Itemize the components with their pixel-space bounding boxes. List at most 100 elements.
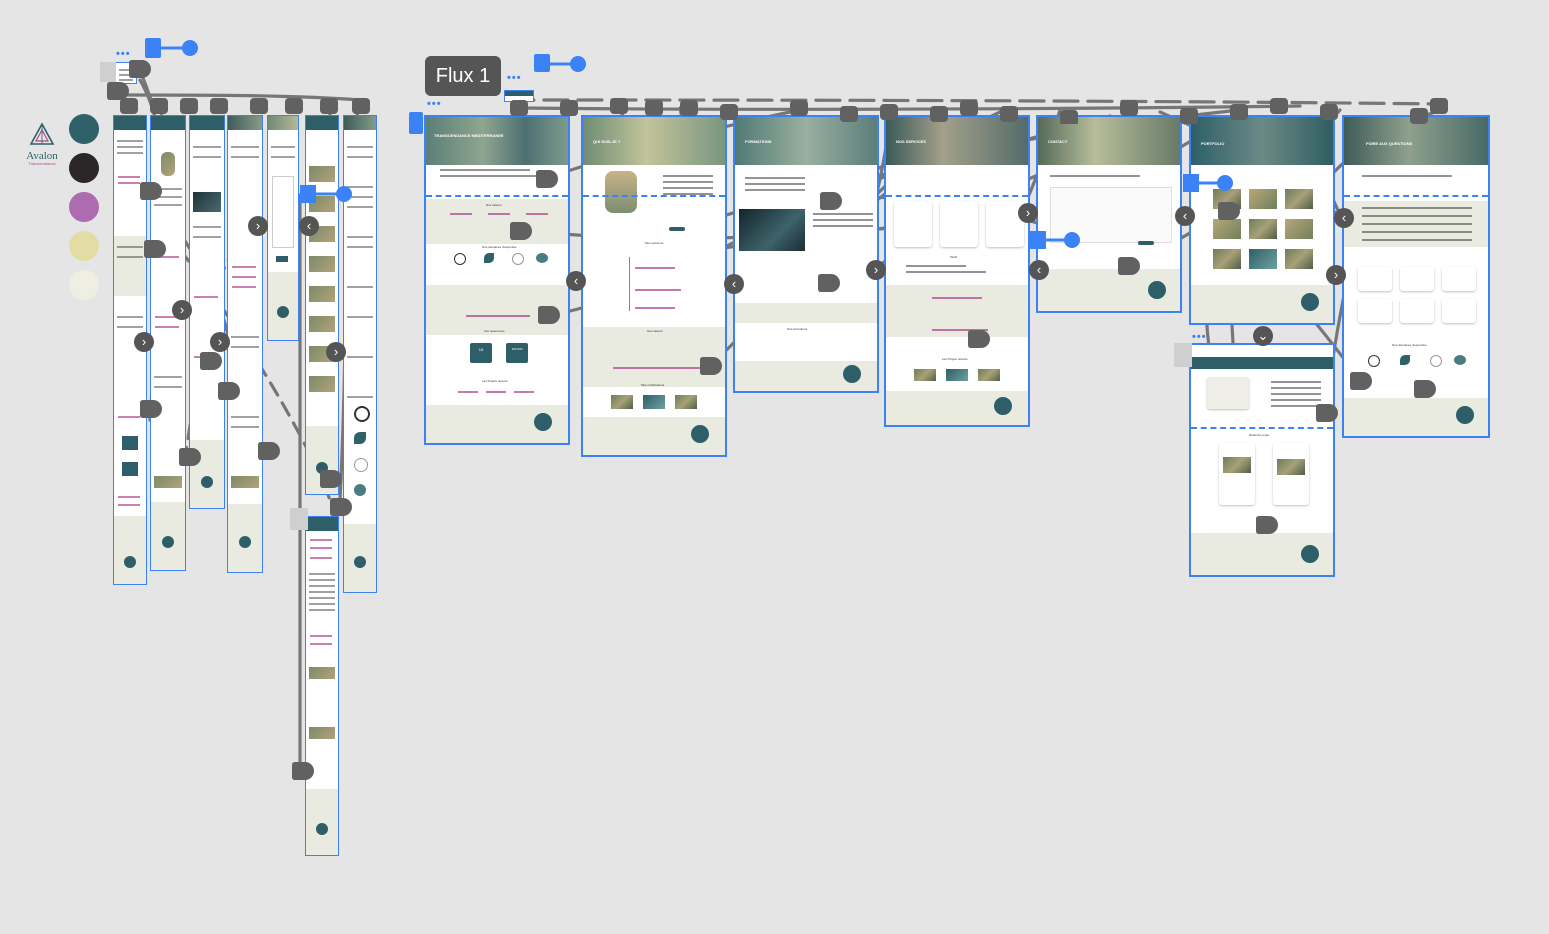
connector-handle[interactable] xyxy=(1316,404,1338,422)
home-projects-heading: Les Projets récents xyxy=(482,379,508,383)
leaf-icon xyxy=(484,253,494,263)
link-pin-icon[interactable] xyxy=(300,184,356,204)
faq-leaf-icon xyxy=(1400,355,1410,365)
nav-next-button[interactable]: › xyxy=(326,342,346,362)
flow-menu[interactable]: ••• xyxy=(507,72,522,84)
nav-next-button[interactable]: › xyxy=(248,216,268,236)
compass-icon xyxy=(512,253,524,265)
connector-handle[interactable] xyxy=(968,330,990,348)
desktop-frame-project-detail[interactable]: Détail du projet xyxy=(1189,343,1335,577)
services-hero-title: NOS SERVICES xyxy=(896,139,926,144)
swatch-purple[interactable] xyxy=(69,192,99,222)
project-detail-heading: Détail du projet xyxy=(1249,433,1270,437)
brand-name: Avalon xyxy=(26,150,58,162)
desktop-frame-portfolio[interactable]: PORTFOLIO xyxy=(1189,115,1335,325)
connector-handle[interactable] xyxy=(144,240,166,258)
connector-handle[interactable] xyxy=(140,400,162,418)
services-rates-heading: Tarifs xyxy=(950,255,958,259)
connector-handle[interactable] xyxy=(700,357,722,375)
project-detail-tag xyxy=(1174,343,1192,367)
owl-icon xyxy=(454,253,466,265)
about-certifications-heading: Mes certifications xyxy=(641,383,665,387)
mobile-flow-menu[interactable]: ••• xyxy=(116,48,131,60)
swatch-sand[interactable] xyxy=(69,231,99,261)
nav-down-button[interactable]: ⌄ xyxy=(1253,326,1273,346)
portfolio-hero-title: PORTFOLIO xyxy=(1201,141,1225,146)
desktop-frame-contact[interactable]: CONTACT xyxy=(1036,115,1182,313)
connector-handle[interactable] xyxy=(218,382,240,400)
faq-hero-title: FOIRE AUX QUESTIONS xyxy=(1366,141,1413,146)
stat-15: 15 xyxy=(478,347,484,352)
mobile-flow-tag xyxy=(100,62,116,82)
flow-pin-icon[interactable] xyxy=(548,54,588,74)
nav-prev-button[interactable]: ‹ xyxy=(724,274,744,294)
connector-handle[interactable] xyxy=(258,442,280,460)
nav-prev-button[interactable]: ‹ xyxy=(566,271,586,291)
contact-hero-title: CONTACT xyxy=(1048,139,1068,144)
nav-prev-button[interactable]: ‹ xyxy=(1175,206,1195,226)
connector-handle[interactable] xyxy=(1350,372,1372,390)
mobile-frame-project-detail[interactable] xyxy=(305,516,339,856)
nav-prev-button[interactable]: ‹ xyxy=(1334,208,1354,228)
about-values-heading: Nos valeurs xyxy=(647,329,663,333)
connector-handle[interactable] xyxy=(1118,257,1140,275)
formations-hero-title: FORMATIONS xyxy=(745,139,772,144)
connector-handle[interactable] xyxy=(292,762,314,780)
nav-next-button[interactable]: › xyxy=(1326,265,1346,285)
connector-handle[interactable] xyxy=(179,448,201,466)
home-hero-title: TRANSCENDANCE MEDITERRANEE xyxy=(434,133,504,138)
nav-next-button[interactable]: › xyxy=(134,332,154,352)
brand-logo: Avalon Transcendance xyxy=(20,122,64,166)
mobile-detail-tag xyxy=(290,508,308,530)
nav-prev-button[interactable]: ‹ xyxy=(299,216,319,236)
desktop-frame-home[interactable]: TRANSCENDANCE MEDITERRANEE Nos valeurs N… xyxy=(424,115,570,445)
connector-handle[interactable] xyxy=(538,306,560,324)
connector-handle[interactable] xyxy=(320,470,342,488)
desktop-frame-services[interactable]: NOS SERVICES Tarifs Les Projets récents xyxy=(884,115,1030,427)
formations-list-heading: Nos formations xyxy=(787,327,808,331)
faq-compass-icon xyxy=(1430,355,1442,367)
nav-next-button[interactable]: › xyxy=(866,260,886,280)
link-pin-icon[interactable] xyxy=(1030,230,1086,250)
connector-handle[interactable] xyxy=(1218,202,1240,220)
nav-next-button[interactable]: › xyxy=(1018,203,1038,223)
about-hero-title: QUI SUIS-JE ? xyxy=(593,139,621,144)
home-resources-heading: Vos ressources xyxy=(484,329,505,333)
desktop-frame-formations[interactable]: FORMATIONS Nos formations xyxy=(733,115,879,393)
connector-handle[interactable] xyxy=(200,352,222,370)
link-pin-icon[interactable] xyxy=(1183,173,1239,193)
nav-next-button[interactable]: › xyxy=(210,332,230,352)
connector-handle[interactable] xyxy=(820,192,842,210)
swatch-dark[interactable] xyxy=(69,153,99,183)
mobile-frame-portfolio[interactable] xyxy=(305,115,339,495)
swatch-cream[interactable] xyxy=(69,270,99,300)
connector-handle[interactable] xyxy=(510,222,532,240)
faq-owl-icon xyxy=(1368,355,1380,367)
mobile-frame-services[interactable] xyxy=(227,115,263,573)
mobile-flow-start-icon[interactable] xyxy=(145,38,161,58)
connector-handle[interactable] xyxy=(1414,380,1436,398)
flow-label[interactable]: Flux 1 xyxy=(425,56,501,96)
nav-next-button[interactable]: › xyxy=(172,300,192,320)
heart-icon xyxy=(536,253,548,263)
stat-100000: 100 000 xyxy=(511,347,523,351)
connector-handle[interactable] xyxy=(129,60,151,78)
logo-mark-icon xyxy=(29,122,55,145)
swatch-teal[interactable] xyxy=(69,114,99,144)
nav-prev-button[interactable]: ‹ xyxy=(1029,260,1049,280)
faq-heart-icon xyxy=(1454,355,1466,365)
home-expertise-heading: Nos domaines d'expertise xyxy=(482,245,517,249)
top-connector-row xyxy=(120,98,1448,124)
faq-expertise-heading: Nos domaines d'expertise xyxy=(1392,343,1427,347)
connector-handle[interactable] xyxy=(330,498,352,516)
mobile-flow-pin-icon[interactable] xyxy=(160,38,200,58)
connector-handle[interactable] xyxy=(1256,516,1278,534)
connector-handle[interactable] xyxy=(818,274,840,292)
project-detail-menu[interactable]: ••• xyxy=(1192,331,1207,343)
about-career-heading: Mon parcours xyxy=(645,241,664,245)
connector-handle[interactable] xyxy=(536,170,558,188)
home-values-heading: Nos valeurs xyxy=(486,203,502,207)
mobile-frame-contact[interactable] xyxy=(267,115,299,341)
connector-handle[interactable] xyxy=(140,182,162,200)
desktop-frame-about[interactable]: QUI SUIS-JE ? Mon parcours Nos valeurs M… xyxy=(581,115,727,457)
